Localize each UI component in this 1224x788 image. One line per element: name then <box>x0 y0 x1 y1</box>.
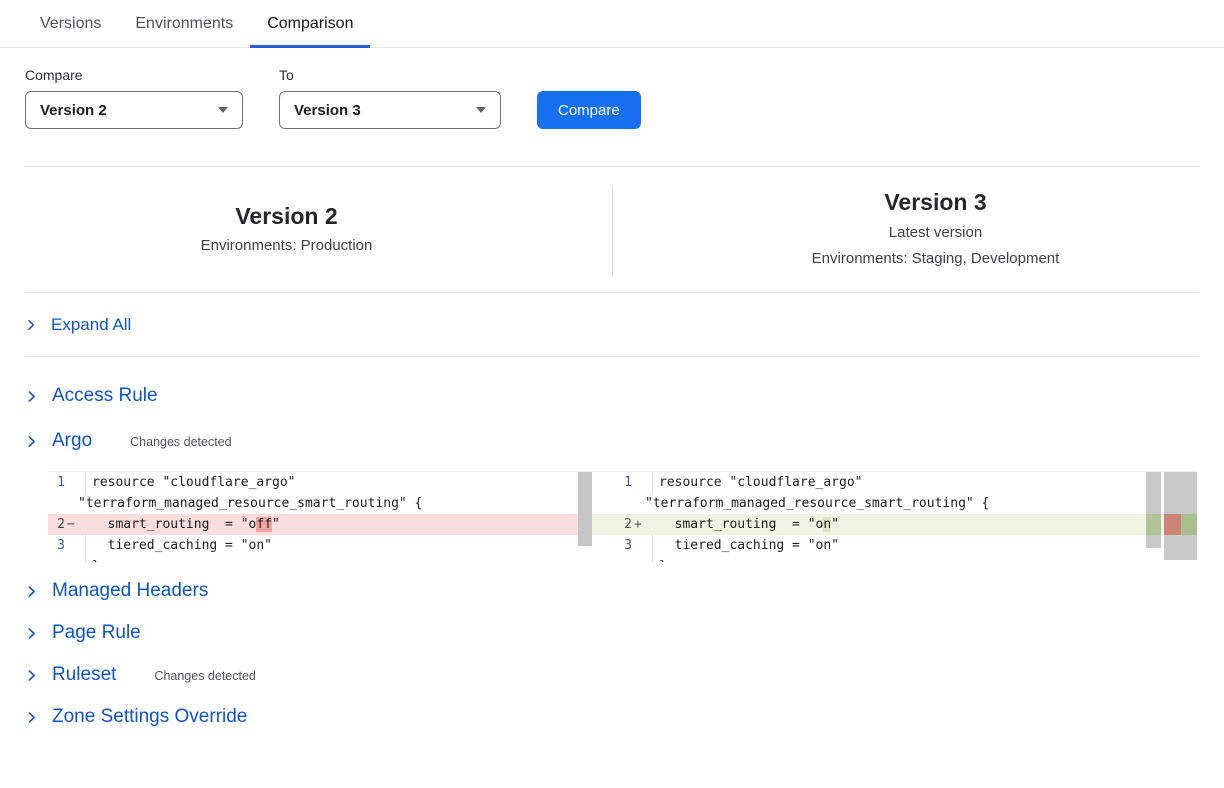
inline-removed-highlight: ff <box>256 517 272 532</box>
version-right-title: Version 3 <box>884 188 986 217</box>
chevron-down-icon <box>476 107 486 113</box>
section-row-managed-headers[interactable]: Managed Headers <box>25 579 1199 603</box>
compare-button[interactable]: Compare <box>537 91 641 129</box>
section-row-page-rule[interactable]: Page Rule <box>25 621 1199 645</box>
tab-comparison[interactable]: Comparison <box>250 0 370 48</box>
tab-versions[interactable]: Versions <box>23 0 118 48</box>
added-sign: + <box>632 514 648 535</box>
code-line-wrapped: "terraform_managed_resource_smart_routin… <box>48 493 592 514</box>
diff-viewer: 1 resource "cloudflare_argo" "terraform_… <box>48 471 1197 562</box>
expand-all-row[interactable]: Expand All <box>25 293 1199 356</box>
code-line: 1 resource "cloudflare_argo" <box>592 472 1197 493</box>
section-label: Ruleset <box>52 664 116 686</box>
version-header-left: Version 2 Environments: Production <box>0 185 580 273</box>
diff-overview-ruler[interactable] <box>1164 472 1197 560</box>
expand-all-label: Expand All <box>51 315 131 335</box>
line-number: 2 <box>48 514 65 535</box>
code-line: 3 tiered_caching = "on" <box>48 535 592 556</box>
bottom-spacer <box>0 729 1224 781</box>
chevron-right-icon <box>25 319 37 331</box>
to-label: To <box>279 67 501 83</box>
to-version-select[interactable]: Version 3 <box>279 91 501 129</box>
code-line-wrapped: "terraform_managed_resource_smart_routin… <box>592 493 1197 514</box>
compare-version-select[interactable]: Version 2 <box>25 91 243 129</box>
version-header-right: Version 3 Latest version Environments: S… <box>642 185 1224 273</box>
changes-detected-badge: Changes detected <box>130 435 231 449</box>
version-left-title: Version 2 <box>235 202 337 231</box>
comparison-page: Versions Environments Comparison Compare… <box>0 0 1224 788</box>
removed-sign: − <box>65 514 81 535</box>
section-row-access-rule[interactable]: Access Rule <box>25 384 1199 408</box>
version-right-subtitle: Latest version <box>889 223 982 243</box>
line-number: 1 <box>592 472 632 493</box>
line-number: 1 <box>48 472 65 493</box>
tab-bar: Versions Environments Comparison <box>0 0 1224 48</box>
section-label: Managed Headers <box>52 580 208 602</box>
overview-removed-mark <box>1164 514 1181 535</box>
chevron-right-icon <box>25 390 38 403</box>
version-headers: Version 2 Environments: Production Versi… <box>25 167 1199 292</box>
section-label: Page Rule <box>52 622 141 644</box>
chevron-down-icon <box>218 107 228 113</box>
line-number: 3 <box>592 535 632 556</box>
code-line: 1 resource "cloudflare_argo" <box>48 472 592 493</box>
chevron-right-icon <box>25 435 38 448</box>
scrollbar-added-mark <box>1146 514 1161 535</box>
section-row-ruleset[interactable]: Ruleset Changes detected <box>25 663 1199 687</box>
changes-detected-badge: Changes detected <box>154 669 255 683</box>
header-vertical-divider <box>612 189 613 277</box>
diff-pane-right: 1 resource "cloudflare_argo" "terraform_… <box>592 472 1197 562</box>
compare-version-select-value: Version 2 <box>40 102 107 119</box>
code-line: 3 tiered_caching = "on" <box>592 535 1197 556</box>
divider <box>25 356 1199 357</box>
section-row-argo[interactable]: Argo Changes detected <box>25 429 1199 453</box>
diff-line-removed: 2− smart_routing = "off" <box>48 514 592 535</box>
code-line-clipped: } <box>592 556 1197 562</box>
code-line-clipped: } <box>48 556 592 562</box>
chevron-right-icon <box>25 627 38 640</box>
left-pane-scrollbar[interactable] <box>578 472 592 546</box>
section-label: Access Rule <box>52 385 158 407</box>
line-number: 2 <box>592 514 632 535</box>
line-number: 3 <box>48 535 65 556</box>
compare-label: Compare <box>25 67 243 83</box>
version-right-environments: Environments: Staging, Development <box>812 249 1060 269</box>
section-row-zone-settings-override[interactable]: Zone Settings Override <box>25 705 1199 729</box>
to-field: To Version 3 <box>279 67 501 129</box>
chevron-right-icon <box>25 711 38 724</box>
version-left-environments: Environments: Production <box>201 236 373 256</box>
diff-pane-left: 1 resource "cloudflare_argo" "terraform_… <box>48 472 592 562</box>
right-pane-scrollbar[interactable] <box>1146 472 1161 548</box>
compare-field: Compare Version 2 <box>25 67 243 129</box>
overview-added-mark <box>1181 514 1197 535</box>
to-version-select-value: Version 3 <box>294 102 361 119</box>
compare-form: Compare Version 2 To Version 3 Compare <box>25 67 1199 129</box>
chevron-right-icon <box>25 669 38 682</box>
diff-line-added: 2+ smart_routing = "on" <box>592 514 1197 535</box>
chevron-right-icon <box>25 585 38 598</box>
tab-environments[interactable]: Environments <box>118 0 250 48</box>
section-label: Zone Settings Override <box>52 706 247 728</box>
section-label: Argo <box>52 430 92 452</box>
